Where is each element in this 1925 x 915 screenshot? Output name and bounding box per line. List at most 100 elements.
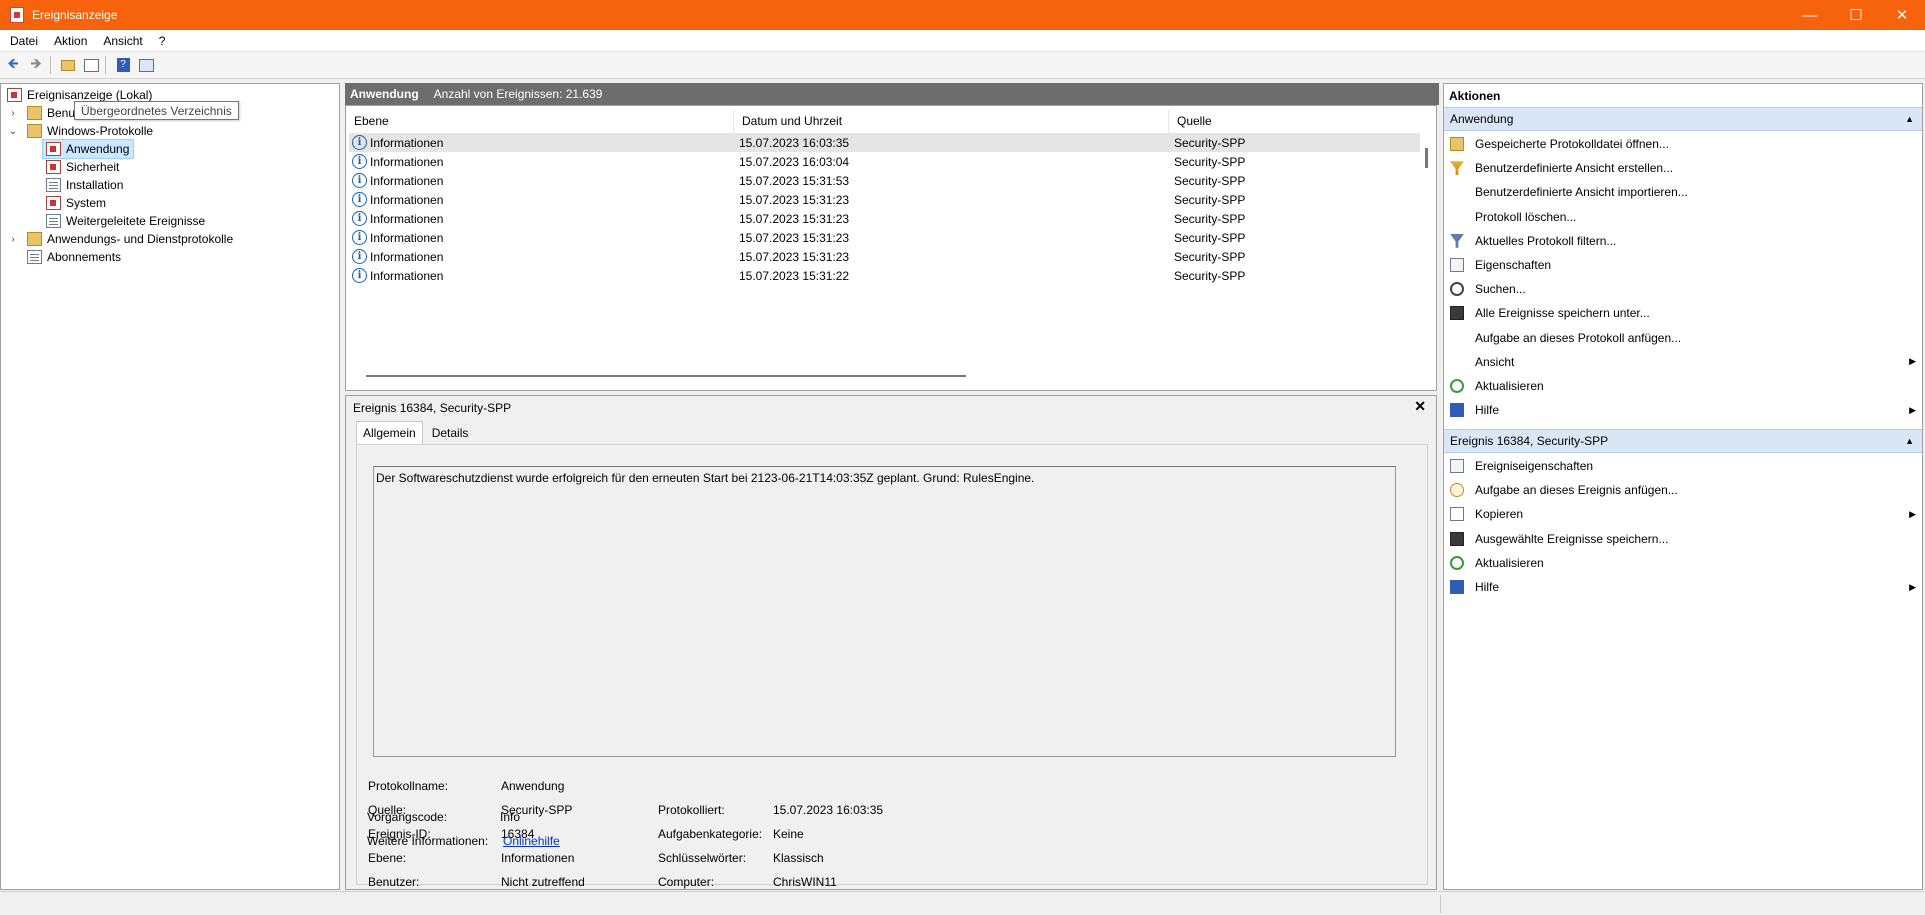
collapse-icon[interactable]: ▲ — [1905, 114, 1914, 124]
event-source: Security-SPP — [1174, 211, 1246, 226]
event-datetime: 15.07.2023 15:31:23 — [739, 249, 850, 264]
event-level: Informationen — [370, 154, 444, 169]
action-item[interactable]: Aktualisieren — [1444, 375, 1922, 397]
tree-item-anwendung[interactable]: Anwendung — [42, 139, 134, 159]
log-icon — [46, 142, 61, 156]
open-folder-icon — [1450, 137, 1464, 151]
event-row[interactable]: i Informationen 15.07.2023 15:31:53 Secur… — [349, 171, 1420, 190]
event-datetime: 15.07.2023 15:31:23 — [739, 211, 850, 226]
expand-chevron-icon[interactable]: › — [7, 108, 19, 119]
action-item[interactable]: Benutzerdefinierte Ansicht erstellen... — [1444, 157, 1922, 179]
tree-item-label: Sicherheit — [66, 160, 120, 174]
label-computer: Computer: — [658, 875, 715, 889]
event-row[interactable]: i Informationen 15.07.2023 15:31:23 Secur… — [349, 247, 1420, 266]
expand-chevron-icon[interactable]: › — [7, 234, 19, 245]
event-level: Informationen — [370, 135, 444, 150]
action-item[interactable]: Hilfe ▶ — [1444, 399, 1922, 421]
event-datetime: 15.07.2023 15:31:22 — [739, 268, 850, 283]
tab-details[interactable]: Details — [424, 421, 476, 445]
help-button[interactable]: ? — [113, 55, 133, 75]
event-datetime: 15.07.2023 16:03:04 — [739, 154, 850, 169]
properties-icon — [1450, 258, 1464, 272]
tree-item-label: Installation — [66, 178, 124, 192]
action-item[interactable]: Aktualisieren — [1444, 552, 1922, 574]
action-item[interactable]: Eigenschaften — [1444, 254, 1922, 276]
actions-title: Aktionen — [1449, 89, 1501, 103]
back-button[interactable]: 🡸 — [3, 55, 23, 75]
event-row[interactable]: i Informationen 15.07.2023 16:03:04 Secur… — [349, 152, 1420, 171]
event-row[interactable]: i Informationen 15.07.2023 16:03:35 Secur… — [349, 133, 1420, 152]
close-detail-icon[interactable]: ✕ — [1414, 398, 1426, 415]
horizontal-scrollbar[interactable] — [366, 375, 966, 377]
action-item[interactable]: Gespeicherte Protokolldatei öffnen... — [1444, 133, 1922, 155]
column-header-ebene[interactable]: Ebene — [346, 110, 734, 132]
event-row[interactable]: i Informationen 15.07.2023 15:31:23 Secur… — [349, 228, 1420, 247]
label-level: Ebene: — [368, 851, 407, 865]
menu-bar: Datei Aktion Ansicht ? — [0, 30, 1925, 52]
tree-item-system[interactable]: System — [46, 194, 106, 212]
event-source: Security-SPP — [1174, 173, 1246, 188]
event-message[interactable]: Der Softwareschutzdienst wurde erfolgrei… — [373, 466, 1396, 757]
online-help-link[interactable]: Onlinehilfe — [503, 834, 560, 848]
tree-item-sicherheit[interactable]: Sicherheit — [46, 158, 119, 176]
event-datetime: 15.07.2023 15:31:23 — [739, 230, 850, 245]
tree-item-subscriptions[interactable]: Abonnements — [27, 248, 121, 266]
action-item[interactable]: Aufgabe an dieses Protokoll anfügen... — [1444, 327, 1922, 349]
action-item[interactable]: Protokoll löschen... — [1444, 206, 1922, 228]
tree-item-windows-logs[interactable]: ⌄ Windows-Protokolle — [7, 122, 153, 140]
tree-item-label: Windows-Protokolle — [47, 124, 154, 138]
show-hide-action-pane-button[interactable] — [136, 55, 156, 75]
save-icon — [1450, 306, 1464, 321]
close-window-button[interactable]: ✕ — [1879, 0, 1925, 30]
tree-item-custom-views[interactable]: › Benu — [7, 104, 75, 122]
maximize-button[interactable]: ☐ — [1833, 0, 1879, 30]
folder-icon — [27, 124, 42, 138]
event-row[interactable]: i Informationen 15.07.2023 15:31:23 Secur… — [349, 209, 1420, 228]
menu-datei[interactable]: Datei — [10, 34, 38, 48]
action-item[interactable]: Ansicht ▶ — [1444, 351, 1922, 373]
subscriptions-icon — [27, 250, 42, 264]
tree-item-installation[interactable]: Installation — [46, 176, 123, 194]
label-logged: Protokolliert: — [658, 803, 725, 817]
event-level: Informationen — [370, 211, 444, 226]
up-folder-button[interactable] — [58, 55, 78, 75]
label-keywords: Schlüsselwörter: — [658, 851, 747, 865]
action-label: Ausgewählte Ereignisse speichern... — [1475, 531, 1669, 546]
label-log-name: Protokollname: — [368, 779, 449, 793]
vertical-scrollbar[interactable] — [1425, 148, 1428, 168]
tree-item-forwarded-events[interactable]: Weitergeleitete Ereignisse — [46, 212, 205, 230]
tree-item-app-service-logs[interactable]: › Anwendungs- und Dienstprotokolle — [7, 230, 233, 248]
info-icon: i — [352, 230, 367, 245]
menu-help[interactable]: ? — [159, 34, 166, 48]
event-row[interactable]: i Informationen 15.07.2023 15:31:22 Secur… — [349, 266, 1420, 285]
actions-section-anwendung[interactable]: Anwendung ▲ — [1444, 107, 1922, 131]
action-item[interactable]: Suchen... — [1444, 278, 1922, 300]
value-task-category: Keine — [773, 827, 804, 841]
collapse-icon[interactable]: ▲ — [1905, 436, 1914, 446]
action-item[interactable]: Aktuelles Protokoll filtern... — [1444, 230, 1922, 252]
event-row[interactable]: i Informationen 15.07.2023 15:31:23 Secur… — [349, 190, 1420, 209]
collapse-chevron-icon[interactable]: ⌄ — [7, 126, 19, 137]
forward-button[interactable]: 🡺 — [26, 55, 46, 75]
minimize-button[interactable]: — — [1787, 0, 1833, 30]
action-item[interactable]: Aufgabe an dieses Ereignis anfügen... — [1444, 479, 1922, 501]
task-icon — [1450, 483, 1464, 498]
menu-ansicht[interactable]: Ansicht — [103, 34, 142, 48]
action-item[interactable]: Ausgewählte Ereignisse speichern... — [1444, 528, 1922, 550]
menu-aktion[interactable]: Aktion — [54, 34, 87, 48]
window-title: Ereignisanzeige — [32, 8, 118, 22]
tab-allgemein[interactable]: Allgemein — [356, 421, 423, 445]
action-label: Benutzerdefinierte Ansicht erstellen... — [1475, 161, 1674, 176]
submenu-arrow-icon: ▶ — [1909, 356, 1916, 367]
show-hide-console-tree-button[interactable] — [81, 55, 101, 75]
action-item[interactable]: Ereigniseigenschaften — [1444, 455, 1922, 477]
action-item[interactable]: Alle Ereignisse speichern unter... — [1444, 302, 1922, 324]
column-header-quelle[interactable]: Quelle — [1169, 110, 1419, 132]
action-item[interactable]: Benutzerdefinierte Ansicht importieren..… — [1444, 181, 1922, 203]
actions-section-event[interactable]: Ereignis 16384, Security-SPP ▲ — [1444, 429, 1922, 453]
action-item[interactable]: Hilfe ▶ — [1444, 576, 1922, 598]
action-item[interactable]: Kopieren ▶ — [1444, 503, 1922, 525]
value-opcode: Info — [500, 810, 521, 824]
column-header-datum[interactable]: Datum und Uhrzeit — [734, 110, 1169, 132]
label-more-info: Weitere Informationen: — [367, 834, 489, 848]
